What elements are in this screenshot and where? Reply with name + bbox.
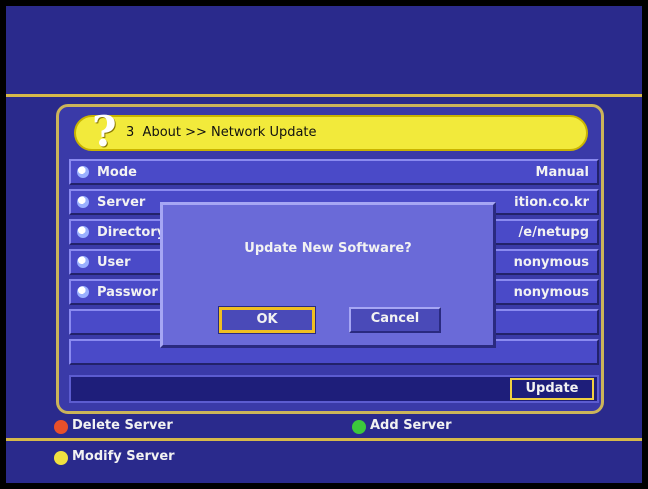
delete-server-label: Delete Server [72, 418, 173, 433]
yellow-key-icon [54, 451, 68, 465]
bottom-divider [6, 438, 642, 441]
bullet-icon [77, 256, 89, 268]
directory-value: /e/netupg [518, 225, 589, 240]
server-label: Server [97, 195, 146, 210]
confirm-dialog: Update New Software? OK Cancel [160, 202, 496, 348]
modify-server-label: Modify Server [72, 449, 175, 464]
top-divider [6, 94, 642, 97]
breadcrumb: About >> Network Update [142, 125, 317, 140]
mode-value: Manual [535, 165, 589, 180]
title-bar: ? 3 About >> Network Update [74, 107, 588, 156]
ok-button[interactable]: OK [218, 306, 316, 334]
question-mark-icon: ? [92, 107, 117, 156]
page-number: 3 [126, 125, 135, 140]
password-value: nonymous [513, 285, 589, 300]
user-value: nonymous [513, 255, 589, 270]
update-button[interactable]: Update [510, 378, 594, 400]
bullet-icon [77, 196, 89, 208]
bullet-icon [77, 286, 89, 298]
mode-label: Mode [97, 165, 137, 180]
dialog-message: Update New Software? [244, 241, 412, 256]
password-label: Passwor [97, 285, 158, 300]
red-key-icon [54, 420, 68, 434]
bullet-icon [77, 166, 89, 178]
server-value: ition.co.kr [514, 195, 589, 210]
user-label: User [97, 255, 131, 270]
bullet-icon [77, 226, 89, 238]
mode-row[interactable]: Mode Manual [69, 159, 599, 185]
green-key-icon [352, 420, 366, 434]
cancel-button[interactable]: Cancel [349, 307, 441, 333]
page-title: 3 About >> Network Update [126, 125, 317, 140]
update-bar: Update [69, 375, 599, 403]
add-server-label: Add Server [370, 418, 452, 433]
directory-label: Directory [97, 225, 166, 240]
